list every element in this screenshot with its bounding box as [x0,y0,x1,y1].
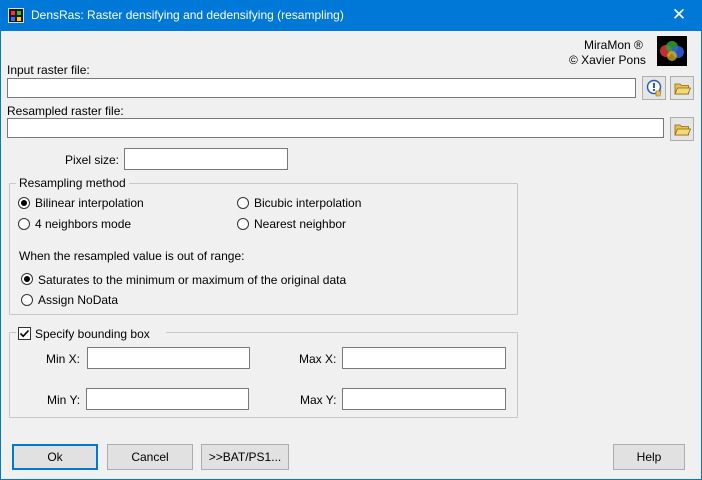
metadata-icon [646,79,662,97]
miramon-logo [657,36,687,66]
input-raster-field[interactable] [7,78,636,98]
four-neighbors-radio[interactable] [18,218,30,230]
bicubic-radio[interactable] [237,197,249,209]
bounding-box-checkbox[interactable] [18,327,31,340]
min-x-field[interactable] [87,347,250,369]
bounding-box-label[interactable]: Specify bounding box [35,327,150,341]
folder-open-icon [674,83,692,95]
max-x-label: Max X: [299,352,337,366]
app-icon [8,8,24,23]
resampling-method-legend: Resampling method [16,176,129,190]
bat-ps1-button[interactable]: >>BAT/PS1... [201,444,289,470]
min-y-field[interactable] [86,388,249,410]
title-bar[interactable]: DensRas: Raster densifying and dedensify… [0,0,702,31]
close-button[interactable]: ✕ [656,0,702,31]
window-title: DensRas: Raster densifying and dedensify… [31,8,344,22]
cancel-button[interactable]: Cancel [107,444,193,470]
pixel-size-field[interactable] [124,148,288,170]
input-raster-label: Input raster file: [7,63,90,77]
four-neighbors-label[interactable]: 4 neighbors mode [35,217,131,231]
saturate-label[interactable]: Saturates to the minimum or maximum of t… [38,273,346,287]
min-y-label: Min Y: [47,393,81,407]
bilinear-radio[interactable] [18,197,30,209]
assign-nodata-label[interactable]: Assign NoData [38,293,118,307]
assign-nodata-radio[interactable] [21,294,33,306]
nearest-neighbor-label[interactable]: Nearest neighbor [254,217,346,231]
brand-copyright: © Xavier Pons [569,53,646,67]
ok-button[interactable]: Ok [12,444,98,470]
bilinear-label[interactable]: Bilinear interpolation [35,196,144,210]
help-button[interactable]: Help [613,444,685,470]
browse-input-button[interactable] [670,76,694,100]
out-of-range-label: When the resampled value is out of range… [19,249,245,263]
max-x-field[interactable] [342,347,506,369]
saturate-radio[interactable] [21,273,33,285]
nearest-neighbor-radio[interactable] [237,218,249,230]
folder-open-icon [674,124,692,136]
max-y-field[interactable] [342,388,506,410]
resampled-raster-field[interactable] [7,118,664,138]
resampled-raster-label: Resampled raster file: [7,104,124,118]
bicubic-label[interactable]: Bicubic interpolation [254,196,361,210]
pixel-size-label: Pixel size: [65,153,120,167]
max-y-label: Max Y: [300,393,337,407]
browse-output-button[interactable] [670,117,694,141]
checkmark-icon [19,329,30,338]
min-x-label: Min X: [46,352,81,366]
metadata-button[interactable] [642,76,666,100]
brand-name: MiraMon ® [584,38,643,52]
